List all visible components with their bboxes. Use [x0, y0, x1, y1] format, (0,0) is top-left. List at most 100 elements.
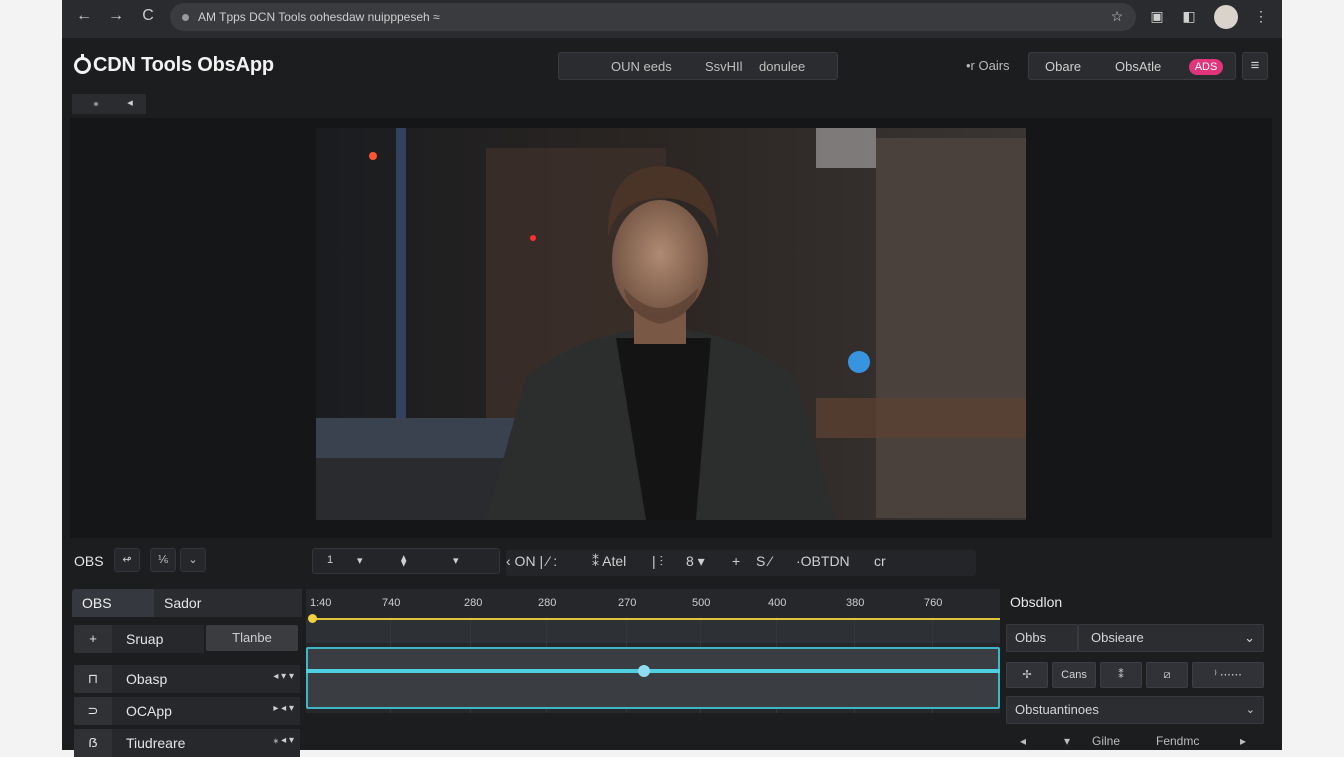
ruler-tick: 280 [538, 597, 557, 609]
ruler-tick: 280 [464, 597, 483, 609]
power-logo-icon [74, 54, 91, 74]
source-3-icon: ẞ [74, 729, 112, 757]
ruler-tick: 760 [924, 597, 943, 609]
chevron-down-icon: ⌄ [1244, 630, 1255, 645]
ctrl-item-5[interactable]: + [732, 550, 740, 572]
app-window: CDN Tools ObsApp OUN eeds SsvHIl donulee… [62, 38, 1282, 757]
ctrl-item-7[interactable]: ·OBTDN [796, 550, 850, 572]
video-preview [316, 128, 1026, 520]
mini-tool-2-icon[interactable]: ◂ [122, 96, 138, 109]
transport-item-1[interactable]: 1 [327, 554, 333, 566]
source-3-label: Tiudreare [126, 735, 186, 751]
ctrl-item-8[interactable]: cr [874, 550, 886, 572]
undo-button[interactable]: ↫ [114, 548, 140, 572]
tab-obs[interactable]: OBS [72, 589, 154, 617]
add-scene-row[interactable]: + Sruap [74, 625, 204, 653]
live-badge[interactable]: ADS [1189, 59, 1223, 75]
ctrl-item-4[interactable]: 8 ▾ [686, 550, 705, 572]
timeline-panel[interactable]: 1:40 740 280 280 270 500 400 380 760 [306, 589, 1000, 713]
source-row[interactable]: ẞ Tiudreare ⁎ ◂ ▾ [74, 729, 300, 757]
footer-next-icon[interactable]: ▸ [1240, 734, 1246, 748]
timeline-track-1[interactable] [306, 619, 1000, 643]
app-title: CDN Tools ObsApp [93, 54, 274, 76]
obs-label: OBS [74, 553, 104, 569]
transport-item-3[interactable]: ⧫ [401, 554, 406, 567]
reload-icon[interactable]: C [138, 7, 158, 25]
rp-button-5[interactable]: ⁾ ⋯⋯ [1192, 662, 1264, 688]
footer-prev-icon[interactable]: ◂ [1020, 734, 1026, 748]
select-right-value: Obsieare [1091, 630, 1144, 645]
section-header[interactable]: Obstuantinoes ⌄ [1006, 696, 1264, 724]
ctrl-item-1[interactable]: ‹ ON | ⁄ : [506, 550, 557, 572]
ruler-tick: 400 [768, 597, 787, 609]
transport-item-4[interactable]: ▾ [453, 554, 459, 567]
source-1-icon: ⊓ [74, 665, 112, 693]
dropdown-button[interactable]: ⌄ [180, 548, 206, 572]
browser-toolbar: ← → C AM Tpps DCN Tools oohesdaw nuipppe… [62, 0, 1282, 38]
ctrl-item-6[interactable]: S ⁄ [756, 550, 772, 572]
app-logo[interactable]: CDN Tools ObsApp [74, 54, 274, 77]
right-footer: ◂ ▾ Gilne Fendmc ▸ [1006, 734, 1264, 750]
right-segmented-control: Obare ObsAtle ADS [1028, 52, 1236, 80]
extension-icon[interactable]: ▣ [1148, 8, 1166, 25]
right-seg-item-1[interactable]: Obare [1045, 53, 1081, 81]
source-row[interactable]: ⊃ OCApp ▸ ◂ ▾ [74, 697, 300, 725]
profile-avatar[interactable] [1214, 5, 1238, 29]
footer-dropdown-icon[interactable]: ▾ [1064, 734, 1070, 748]
site-info-icon[interactable] [182, 14, 189, 21]
rp-button-4[interactable]: ⧄ [1146, 662, 1188, 688]
mini-toolbar: ⁎ ◂ [72, 94, 146, 114]
select-right[interactable]: Obsieare ⌄ [1078, 624, 1264, 652]
center-seg-item-2[interactable]: SsvHIl [705, 53, 743, 81]
source-1-label: Obasp [126, 671, 168, 687]
right-panel-title: Obsdlon [1010, 594, 1063, 610]
ruler-tick: 1:40 [310, 597, 332, 609]
transport-item-2[interactable]: ▾ [357, 554, 363, 567]
timeline-track-2[interactable] [306, 647, 1000, 709]
back-icon[interactable]: ← [74, 7, 94, 25]
source-3-controls[interactable]: ⁎ ◂ ▾ [273, 735, 294, 746]
source-1-controls[interactable]: ◂ ▾ ▾ [273, 671, 294, 682]
url-bar[interactable]: AM Tpps DCN Tools oohesdaw nuipppeseh ≈ [170, 3, 1136, 31]
section-label: Obstuantinoes [1015, 702, 1099, 717]
hamburger-menu-icon[interactable]: ≡ [1242, 52, 1268, 80]
ctrl-item-2[interactable]: ⁑ Atel [592, 550, 626, 572]
footer-item-1[interactable]: Gilne [1092, 734, 1120, 748]
rp-button-1[interactable]: ✢ [1006, 662, 1048, 688]
rp-button-2[interactable]: Cans [1052, 662, 1096, 688]
ctrl-item-3[interactable]: | ⫶ [652, 550, 663, 572]
audio-level-line [306, 669, 1000, 673]
playhead-handle[interactable] [308, 614, 317, 623]
source-2-controls[interactable]: ▸ ◂ ▾ [273, 703, 294, 714]
fraction-button[interactable]: ⅙ [150, 548, 176, 572]
chevron-down-icon: ⌄ [1245, 704, 1255, 716]
source-row[interactable]: ⊓ Obasp ◂ ▾ ▾ [74, 665, 300, 693]
url-text: AM Tpps DCN Tools oohesdaw nuipppeseh ≈ [198, 10, 440, 24]
playhead-track [312, 618, 1000, 620]
tab-sador[interactable]: Sador [154, 589, 302, 617]
ruler-tick: 500 [692, 597, 711, 609]
center-seg-item-1[interactable]: OUN eeds [611, 53, 672, 81]
source-2-icon: ⊃ [74, 697, 112, 725]
source-2-label: OCApp [126, 703, 172, 719]
transport-control: 1 ▾ ⧫ ▾ [312, 548, 500, 574]
audio-keyframe-handle[interactable] [638, 665, 650, 677]
bookmark-icon[interactable]: ☆ [1108, 8, 1126, 25]
select-left[interactable]: Obbs [1006, 624, 1078, 652]
rp-button-3[interactable]: ⁑ [1100, 662, 1142, 688]
browser-menu-icon[interactable]: ⋮ [1252, 8, 1270, 25]
sidepanel-icon[interactable]: ◧ [1180, 8, 1198, 25]
add-icon[interactable]: + [74, 625, 112, 653]
header-status-text[interactable]: •r Oairs [966, 58, 1010, 73]
forward-icon[interactable]: → [106, 7, 126, 25]
table-button[interactable]: Tlanbe [206, 625, 298, 651]
add-row-label: Sruap [126, 631, 164, 647]
control-text-bar: ‹ ON | ⁄ : ⁑ Atel | ⫶ 8 ▾ + S ⁄ ·OBTDN c… [506, 550, 976, 576]
right-seg-item-2[interactable]: ObsAtle [1115, 53, 1161, 81]
footer-item-2[interactable]: Fendmc [1156, 734, 1199, 748]
ruler-tick: 270 [618, 597, 637, 609]
center-seg-item-3[interactable]: donulee [759, 53, 805, 81]
ruler-tick: 740 [382, 597, 401, 609]
center-segmented-control: OUN eeds SsvHIl donulee [558, 52, 838, 80]
mini-tool-1-icon[interactable]: ⁎ [88, 96, 104, 109]
